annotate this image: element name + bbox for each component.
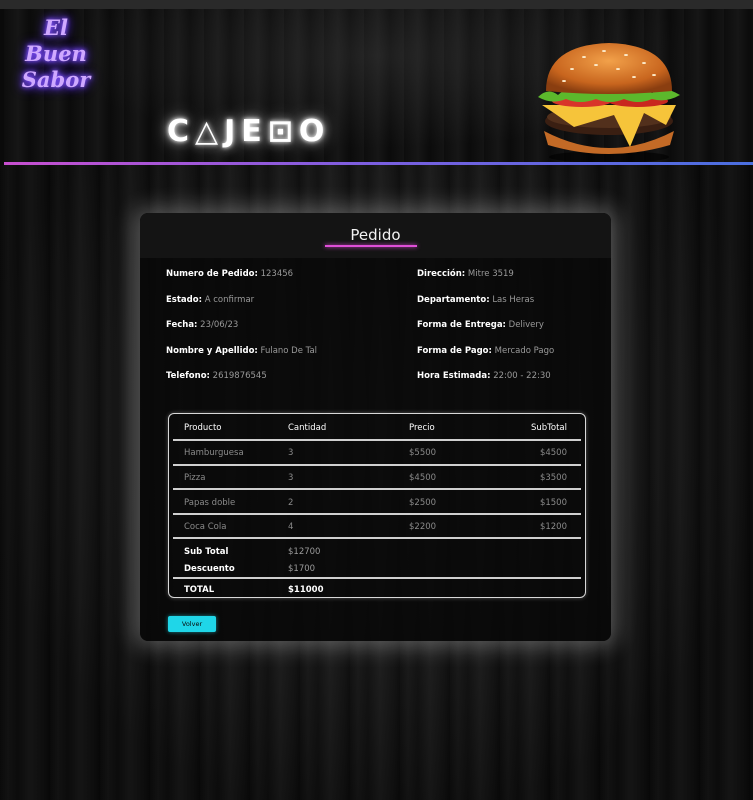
field-customer-name: Nombre y Apellido: Fulano De Tal [166, 346, 317, 372]
field-label: Departamento: [417, 294, 490, 305]
table-header-row: Producto Cantidad Precio SubTotal [169, 416, 585, 440]
order-title: Pedido [350, 226, 401, 244]
field-delivery-method: Forma de Entrega: Delivery [417, 320, 554, 346]
cell-product: Papas doble [184, 498, 236, 508]
subtotal-value: $12700 [288, 547, 321, 557]
field-date: Fecha: 23/06/23 [166, 320, 317, 346]
discount-label: Descuento [184, 564, 235, 574]
subtotal-label: Sub Total [184, 547, 229, 557]
field-value: 123456 [260, 269, 294, 279]
table-row: Papas doble 2 $2500 $1500 [169, 491, 585, 515]
field-value: 22:00 - 22:30 [493, 371, 551, 381]
field-label: Numero de Pedido: [166, 269, 258, 279]
logo-line-1: El Buen [25, 15, 87, 66]
row-divider [173, 488, 581, 490]
order-card-header: Pedido [140, 213, 611, 258]
cell-price: $2500 [409, 498, 437, 508]
cell-quantity: 4 [288, 522, 294, 532]
cell-subtotal: $3500 [539, 473, 567, 483]
field-value: Mercado Pago [494, 345, 555, 356]
field-payment-method: Forma de Pago: Mercado Pago [417, 346, 554, 372]
field-value: Mitre 3519 [467, 269, 514, 279]
field-order-number: Numero de Pedido: 123456 [166, 269, 317, 295]
cell-price: $4500 [409, 473, 437, 483]
cell-product: Pizza [184, 473, 206, 483]
back-button[interactable]: Volver [168, 616, 216, 632]
field-value: A confirmar [204, 294, 255, 305]
field-address: Dirección: Mitre 3519 [417, 269, 554, 295]
cell-price: $5500 [409, 448, 437, 458]
logo-line-2: Sabor [21, 67, 91, 92]
field-label: Nombre y Apellido: [166, 345, 258, 356]
title-underline [325, 245, 417, 247]
cell-quantity: 3 [288, 473, 294, 483]
cell-product: Coca Cola [184, 522, 227, 532]
field-status: Estado: A confirmar [166, 295, 317, 321]
cell-quantity: 2 [288, 498, 294, 508]
field-label: Dirección: [417, 269, 466, 279]
field-label: Hora Estimada: [417, 371, 491, 381]
section-title: C△JE⊡O [167, 114, 331, 149]
column-header-product: Producto [184, 423, 222, 433]
field-label: Estado: [166, 294, 202, 305]
burger-image [538, 43, 680, 163]
cell-subtotal: $1200 [539, 522, 567, 532]
field-label: Forma de Pago: [417, 345, 492, 356]
total-row: TOTAL $11000 [169, 578, 585, 602]
field-estimated-time: Hora Estimada: 22:00 - 22:30 [417, 371, 554, 397]
column-header-quantity: Cantidad [288, 423, 327, 433]
cell-quantity: 3 [288, 448, 294, 458]
field-label: Telefono: [166, 371, 210, 381]
discount-value: $1700 [288, 564, 316, 574]
order-items-table: Producto Cantidad Precio SubTotal Hambur… [168, 413, 586, 598]
table-row: Coca Cola 4 $2200 $1200 [169, 515, 585, 539]
field-phone: Telefono: 2619876545 [166, 371, 317, 397]
field-value: Delivery [508, 320, 544, 330]
field-value: 23/06/23 [200, 320, 239, 330]
table-row: Pizza 3 $4500 $3500 [169, 466, 585, 490]
total-label: TOTAL [184, 585, 215, 595]
total-value: $11000 [288, 585, 324, 595]
cell-subtotal: $4500 [539, 448, 567, 458]
field-department: Departamento: Las Heras [417, 295, 554, 321]
brand-logo[interactable]: El Buen Sabor [10, 15, 102, 93]
cell-product: Hamburguesa [184, 448, 244, 458]
cell-subtotal: $1500 [539, 498, 567, 508]
order-card: Pedido Numero de Pedido: 123456 Estado: … [140, 213, 611, 641]
table-row: Hamburguesa 3 $5500 $4500 [169, 441, 585, 465]
field-label: Forma de Entrega: [417, 320, 506, 330]
column-header-subtotal: SubTotal [530, 423, 567, 433]
field-value: Fulano De Tal [260, 345, 318, 356]
cell-price: $2200 [409, 522, 437, 532]
window-top-strip [0, 0, 753, 9]
order-info-right: Dirección: Mitre 3519 Departamento: Las … [417, 269, 554, 397]
page-header: El Buen Sabor C△JE⊡O [4, 9, 753, 164]
order-info-left: Numero de Pedido: 123456 Estado: A confi… [166, 269, 317, 397]
field-value: 2619876545 [212, 371, 267, 381]
field-label: Fecha: [166, 320, 198, 330]
row-divider [173, 537, 581, 539]
field-value: Las Heras [492, 294, 535, 305]
column-header-price: Precio [409, 423, 435, 433]
